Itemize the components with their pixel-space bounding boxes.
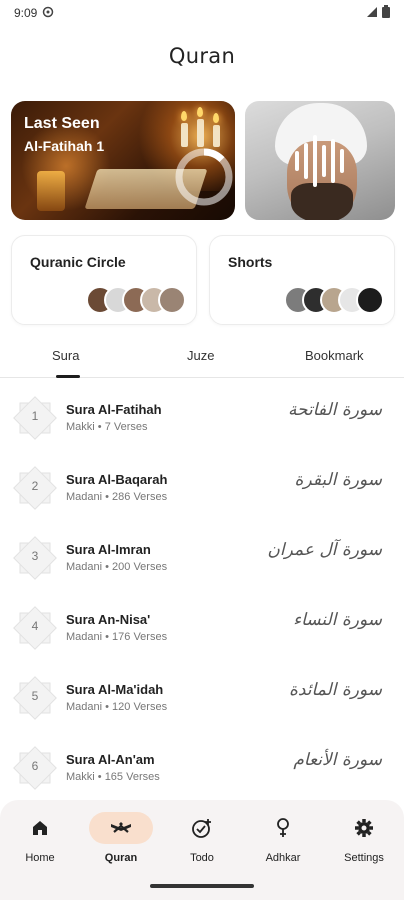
sura-number: 3 [31,549,39,563]
last-seen-card[interactable]: Last Seen Al-Fatihah 1 [11,101,235,220]
sura-meta: Madani • 120 Verses [66,701,168,713]
flame-image [197,107,203,117]
sync-icon [42,6,54,21]
flame-image [181,111,187,121]
sura-tabs: Sura Juze Bookmark [0,340,404,378]
list-item[interactable]: 1 Sura Al-Fatihah Makki • 7 Verses سورة … [0,378,404,448]
sura-arabic-calligraphy: سورة الأنعام [293,750,382,770]
candle-image [197,119,204,147]
list-item[interactable]: 3 Sura Al-Imran Madani • 200 Verses سورة… [0,518,404,588]
quranic-circle-label: Quranic Circle [30,254,126,270]
tab-bookmark[interactable]: Bookmark [305,348,364,363]
avatar [356,286,384,314]
todo-icon [170,812,234,844]
sura-name: Sura Al-Imran [66,542,151,557]
sura-number: 1 [31,409,39,423]
last-seen-title: Last Seen [24,115,100,132]
sura-number-badge: 6 [12,745,58,791]
sura-arabic-calligraphy: سورة النساء [293,610,382,630]
sura-number-badge: 5 [12,675,58,721]
sura-meta: Makki • 7 Verses [66,421,148,433]
tab-sura[interactable]: Sura [52,348,79,363]
nav-todo-label: Todo [190,852,214,864]
shorts-avatars [284,286,384,314]
sura-arabic-calligraphy: سورة آل عمران [267,540,382,560]
sura-arabic-calligraphy: سورة البقرة [294,470,382,490]
sura-number-badge: 1 [12,395,58,441]
nav-quran[interactable]: Quran [85,812,157,864]
nav-todo[interactable]: Todo [166,812,238,864]
status-bar: 9:09 [0,0,404,26]
status-time: 9:09 [14,6,38,20]
quranic-circle-card[interactable]: Quranic Circle [11,235,197,325]
sura-name: Sura Al-An'am [66,752,155,767]
audio-wave-icon [295,135,344,187]
nav-home-label: Home [25,852,55,864]
sura-number: 4 [31,619,39,633]
shorts-card[interactable]: Shorts [209,235,395,325]
nav-quran-label: Quran [104,852,138,864]
page-title: Quran [168,44,236,68]
signal-icon [366,6,378,21]
sura-meta: Madani • 176 Verses [66,631,168,643]
circle-avatars [86,286,186,314]
sura-number: 6 [31,759,39,773]
nav-adhkar-label: Adhkar [265,852,301,864]
tab-juze[interactable]: Juze [187,348,214,363]
sura-number-badge: 2 [12,465,58,511]
sura-meta: Madani • 200 Verses [66,561,168,573]
quran-icon [89,812,153,844]
avatar [158,286,186,314]
sura-meta: Makki • 165 Verses [66,771,160,783]
battery-icon [382,5,390,21]
list-item[interactable]: 4 Sura An-Nisa' Madani • 176 Verses سورة… [0,588,404,658]
reading-progress-ring [175,148,233,206]
sura-number-badge: 3 [12,535,58,581]
sura-arabic-calligraphy: سورة الفاتحة [287,400,382,420]
sura-name: Sura Al-Ma'idah [66,682,164,697]
home-indicator[interactable] [150,884,254,888]
last-seen-surah: Al-Fatihah 1 [24,138,105,154]
list-item[interactable]: 5 Sura Al-Ma'idah Madani • 120 Verses سو… [0,658,404,728]
list-item[interactable]: 6 Sura Al-An'am Makki • 165 Verses سورة … [0,728,404,798]
sura-name: Sura Al-Baqarah [66,472,168,487]
sura-number: 5 [31,689,39,703]
sura-meta: Madani • 286 Verses [66,491,168,503]
adhkar-icon [251,812,315,844]
sura-number-badge: 4 [12,605,58,651]
reciter-audio-card[interactable] [245,101,395,220]
nav-settings-label: Settings [344,852,384,864]
shorts-label: Shorts [228,254,273,270]
sura-number: 2 [31,479,39,493]
sura-name: Sura Al-Fatihah [66,402,162,417]
sura-arabic-calligraphy: سورة المائدة [288,680,382,700]
settings-icon [332,812,396,844]
list-item[interactable]: 2 Sura Al-Baqarah Madani • 286 Verses سو… [0,448,404,518]
home-icon [8,812,72,844]
sura-name: Sura An-Nisa' [66,612,151,627]
flame-image [213,113,219,123]
nav-home[interactable]: Home [4,812,76,864]
lantern-image [37,171,65,211]
nav-settings[interactable]: Settings [328,812,400,864]
nav-adhkar[interactable]: Adhkar [247,812,319,864]
